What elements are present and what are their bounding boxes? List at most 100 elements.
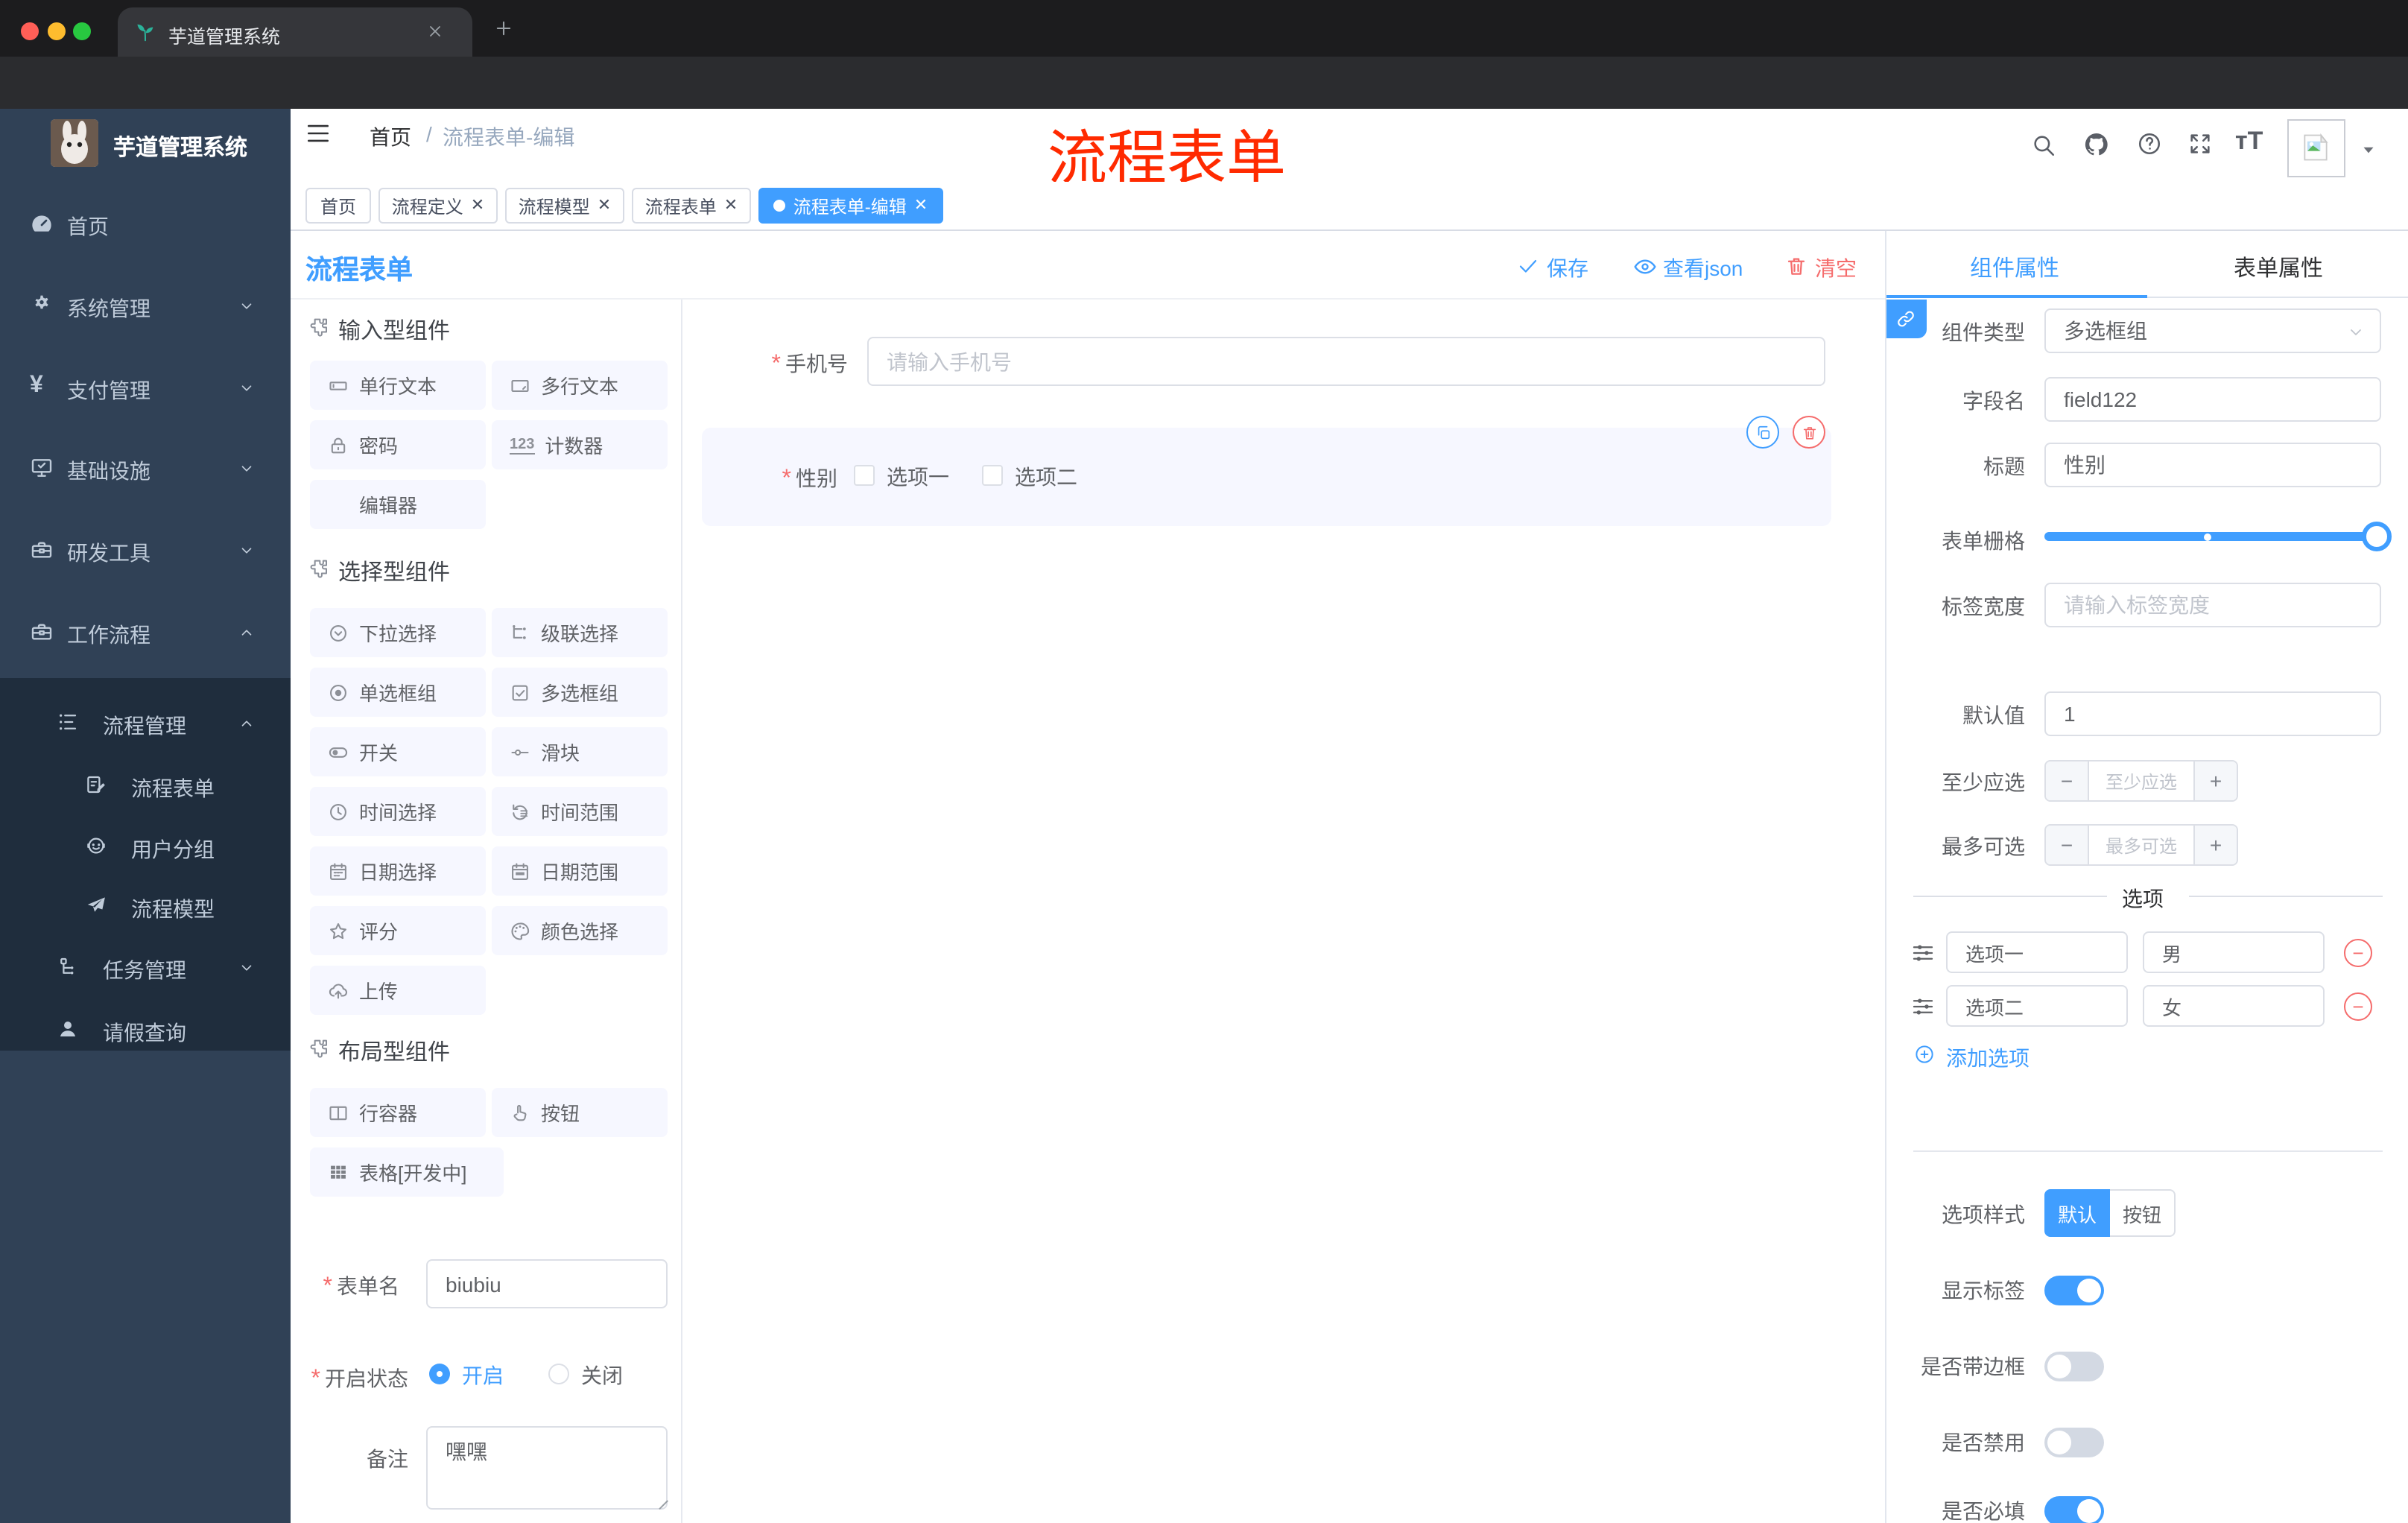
option-name-input[interactable] [1946,931,2128,973]
stepper-increase-button[interactable]: + [2193,762,2237,800]
tag-close-icon[interactable]: ✕ [471,197,484,214]
component-counter[interactable]: 123 计数器 [492,420,668,469]
avatar[interactable] [2287,119,2345,177]
sidebar-item-system[interactable]: 系统管理 [0,268,291,343]
stepper-increase-button[interactable]: + [2193,826,2237,864]
traffic-minimize-button[interactable] [48,22,66,40]
component-button[interactable]: 按钮 [492,1088,668,1137]
border-toggle[interactable] [2044,1352,2104,1381]
gender-option2-label[interactable]: 选项二 [1015,462,1077,492]
sidebar-item-workflow[interactable]: 工作流程 [0,595,291,669]
component-date-range[interactable]: 日期范围 [492,846,668,896]
add-option-button[interactable]: 添加选项 [1946,1043,2030,1073]
field-name-input[interactable] [2044,377,2381,422]
sidebar-collapse-icon[interactable] [305,121,331,146]
remark-textarea[interactable]: 嘿嘿 [426,1426,668,1510]
radio-on[interactable] [429,1364,450,1384]
tab-form-props[interactable]: 表单属性 [2234,252,2323,283]
search-icon[interactable] [2031,133,2056,158]
new-tab-button[interactable] [493,18,514,39]
tag-close-icon[interactable]: ✕ [914,197,928,214]
component-cascader[interactable]: 级联选择 [492,608,668,657]
radio-off[interactable] [548,1364,569,1384]
required-toggle[interactable] [2044,1496,2104,1523]
phone-input[interactable] [867,337,1825,386]
stepper-placeholder[interactable]: 至少应选 [2089,762,2193,800]
drag-handle-icon[interactable] [1910,994,1936,1019]
gender-option2-checkbox[interactable] [982,465,1003,486]
component-select[interactable]: 下拉选择 [310,608,486,657]
sidebar-item-devtools[interactable]: 研发工具 [0,513,291,587]
radio-on-label[interactable]: 开启 [462,1361,504,1390]
sidebar-item-process-model[interactable]: 流程模型 [0,875,291,936]
grid-slider-track[interactable] [2044,532,2381,541]
tag-close-icon[interactable]: ✕ [598,197,611,214]
breadcrumb-home[interactable]: 首页 [370,122,411,152]
component-type-select[interactable]: 多选框组 [2044,308,2381,353]
component-checkbox-group[interactable]: 多选框组 [492,668,668,717]
clear-button[interactable]: 清空 [1815,253,1857,283]
tab-component-props[interactable]: 组件属性 [1970,252,2059,283]
stepper-placeholder[interactable]: 最多可选 [2089,826,2193,864]
disabled-toggle[interactable] [2044,1428,2104,1457]
option-value-input[interactable] [2143,931,2325,973]
drag-handle-icon[interactable] [1910,940,1936,966]
gender-option1-label[interactable]: 选项一 [887,462,949,492]
sidebar-item-infra[interactable]: 基础设施 [0,431,291,505]
traffic-zoom-button[interactable] [73,22,91,40]
component-time-range[interactable]: 时间范围 [492,787,668,836]
label-width-input[interactable] [2044,583,2381,627]
tag-home[interactable]: 首页 [305,188,371,224]
stepper-decrease-button[interactable]: − [2046,762,2089,800]
fullscreen-icon[interactable] [2187,131,2213,156]
style-button-segment[interactable]: 按钮 [2110,1189,2176,1237]
sidebar-item-user-group[interactable]: 用户分组 [0,815,291,876]
stepper-decrease-button[interactable]: − [2046,826,2089,864]
component-date-picker[interactable]: 日期选择 [310,846,486,896]
sidebar-item-payment[interactable]: ¥ 支付管理 [0,350,291,425]
duplicate-component-button[interactable] [1746,416,1779,449]
view-json-button[interactable]: 查看json [1663,253,1743,283]
sidebar-item-task-mgmt[interactable]: 任务管理 [0,936,291,998]
github-icon[interactable] [2083,131,2110,158]
remove-option-button[interactable]: − [2344,939,2372,967]
form-name-input[interactable] [426,1259,668,1308]
save-button[interactable]: 保存 [1547,253,1588,283]
sidebar-item-leave-query[interactable]: 请假查询 [0,998,291,1061]
tab-close-icon[interactable] [426,22,444,40]
traffic-close-button[interactable] [21,22,39,40]
help-question-icon[interactable] [2137,131,2162,156]
tag-process-form-edit[interactable]: 流程表单-编辑 ✕ [758,188,943,224]
delete-component-button[interactable] [1793,416,1825,449]
component-rate[interactable]: 评分 [310,906,486,955]
remove-option-button[interactable]: − [2344,992,2372,1021]
radio-off-label[interactable]: 关闭 [581,1361,623,1390]
sidebar-item-home[interactable]: 首页 [0,186,291,261]
component-slider[interactable]: 滑块 [492,727,668,776]
component-radio-group[interactable]: 单选框组 [310,668,486,717]
show-label-toggle[interactable] [2044,1276,2104,1305]
option-name-input[interactable] [1946,985,2128,1027]
default-value-input[interactable] [2044,691,2381,736]
component-color-picker[interactable]: 颜色选择 [492,906,668,955]
font-size-icon[interactable]: ᴛT [2235,127,2263,156]
style-default-segment[interactable]: 默认 [2044,1189,2110,1237]
component-single-text[interactable]: 单行文本 [310,361,486,410]
gender-option1-checkbox[interactable] [854,465,875,486]
component-time-picker[interactable]: 时间选择 [310,787,486,836]
tag-process-form[interactable]: 流程表单 ✕ [632,188,751,224]
component-row-container[interactable]: 行容器 [310,1088,486,1137]
grid-slider-handle[interactable] [2362,522,2392,551]
tag-process-model[interactable]: 流程模型 ✕ [505,188,624,224]
option-value-input[interactable] [2143,985,2325,1027]
component-editor[interactable]: 编辑器 [310,480,486,529]
component-upload[interactable]: 上传 [310,966,486,1015]
browser-tab[interactable]: 芋道管理系统 [118,7,472,57]
component-password[interactable]: 密码 [310,420,486,469]
sidebar-item-process-mgmt[interactable]: 流程管理 [0,691,291,754]
component-multi-text[interactable]: 多行文本 [492,361,668,410]
avatar-caret-icon[interactable] [2359,140,2378,159]
tag-close-icon[interactable]: ✕ [724,197,738,214]
sidebar-item-process-form[interactable]: 流程表单 [0,754,291,815]
component-switch[interactable]: 开关 [310,727,486,776]
